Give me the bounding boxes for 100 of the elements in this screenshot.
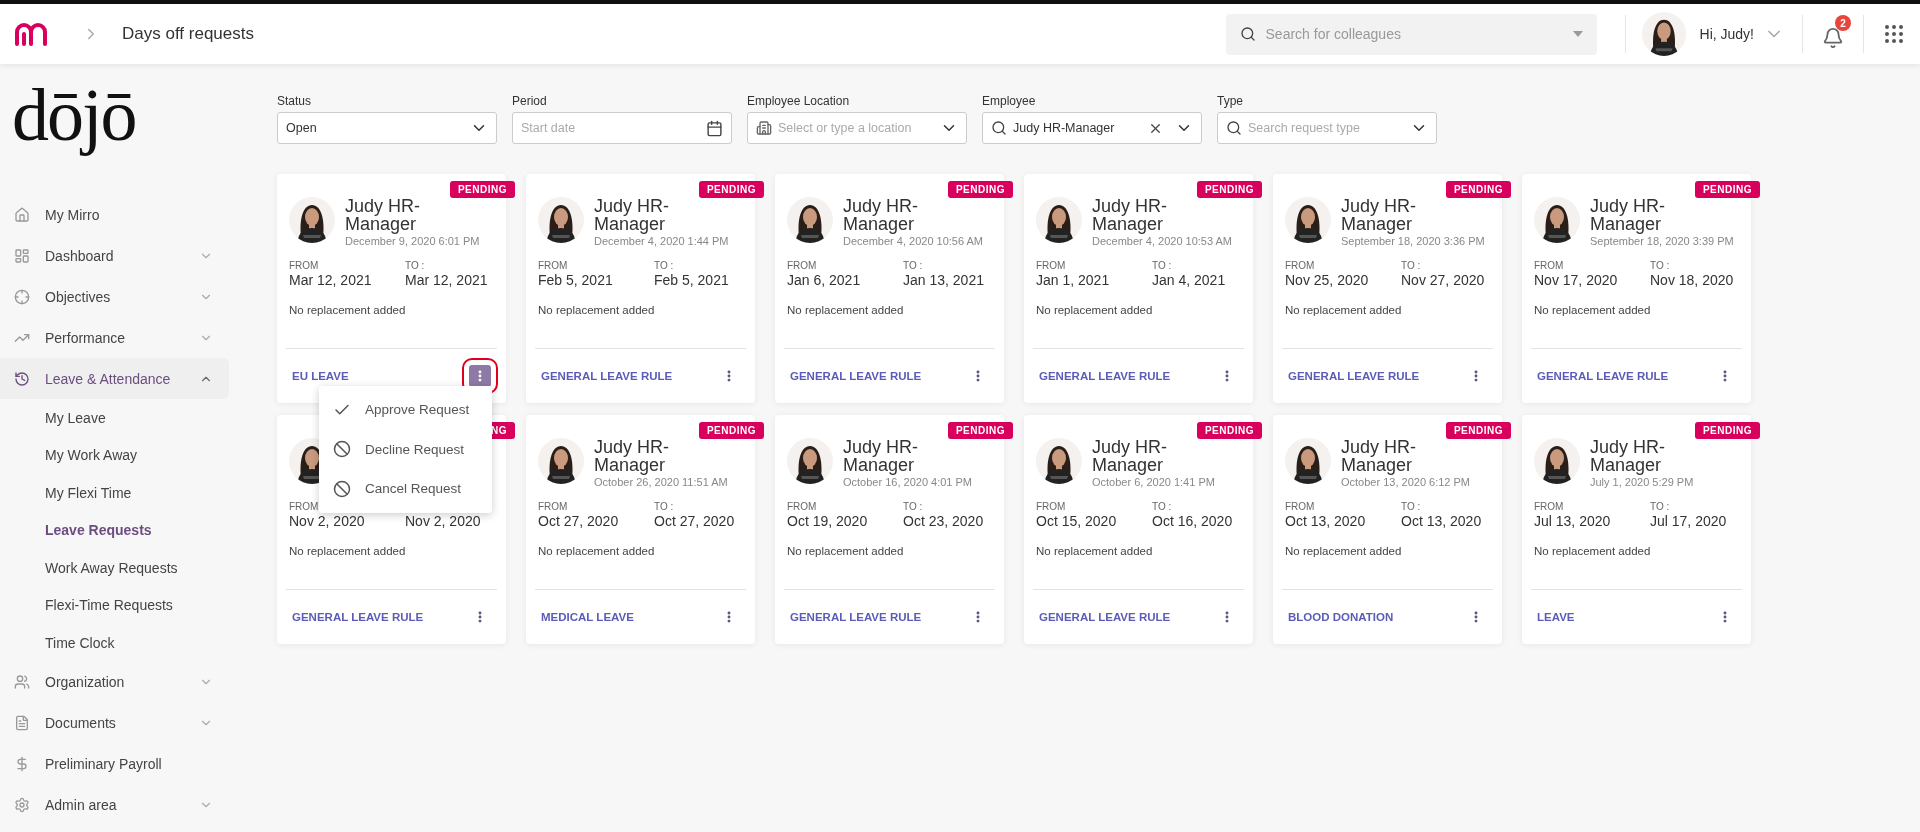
- replacement-note: No replacement added: [1533, 544, 1652, 557]
- employee-name: Judy HR-Manager: [1092, 438, 1168, 474]
- sidebar-item[interactable]: Dashboard: [0, 235, 229, 276]
- user-greeting[interactable]: Hi, Judy!: [1699, 26, 1754, 42]
- submitted-date: September 18, 2020 3:39 PM: [1590, 235, 1734, 247]
- submitted-date: December 9, 2020 6:01 PM: [345, 235, 480, 247]
- menu-item[interactable]: Cancel Request: [319, 469, 492, 509]
- dojo-logo: dōjō: [11, 73, 137, 158]
- replacement-note: No replacement added: [1035, 544, 1154, 557]
- sidebar-subitem[interactable]: Flexi-Time Requests: [0, 586, 230, 624]
- employee-name: Judy HR-Manager: [1590, 197, 1666, 233]
- status-badge: PENDING: [449, 181, 515, 198]
- dashboard-icon: [14, 247, 30, 264]
- submitted-date: December 4, 2020 10:56 AM: [843, 235, 984, 247]
- to-label: TO :: [903, 501, 924, 513]
- target-icon: [14, 288, 30, 305]
- employee-name: Judy HR-Manager: [1341, 197, 1417, 233]
- from-date: Oct 13, 2020: [1285, 513, 1367, 529]
- submitted-date: October 13, 2020 6:12 PM: [1341, 476, 1471, 488]
- ban-icon: [333, 479, 351, 498]
- from-date: Nov 17, 2020: [1534, 272, 1619, 288]
- submitted-date: December 4, 2020 1:44 PM: [594, 235, 729, 247]
- sidebar-subitem[interactable]: Leave Requests: [0, 511, 230, 549]
- status-badge: PENDING: [698, 422, 764, 439]
- to-label: TO :: [1152, 260, 1173, 272]
- sidebar-item[interactable]: Admin area: [0, 784, 229, 826]
- apps-grid-icon[interactable]: [1882, 22, 1906, 46]
- employee-name: Judy HR-Manager: [594, 438, 670, 474]
- status-badge: PENDING: [1196, 422, 1262, 439]
- ban-icon: [333, 440, 351, 459]
- sidebar-item[interactable]: Preliminary Payroll: [0, 743, 229, 785]
- leave-type-link[interactable]: GENERAL LEAVE RULE: [1288, 370, 1420, 382]
- to-date: Oct 16, 2020: [1152, 513, 1234, 529]
- filter-field[interactable]: Open: [277, 112, 497, 144]
- status-badge: PENDING: [947, 181, 1013, 198]
- from-label: FROM: [787, 260, 818, 272]
- history-icon: [14, 370, 30, 387]
- home-icon: [14, 206, 30, 223]
- sidebar-subitem[interactable]: My Leave: [0, 399, 230, 437]
- filter-field[interactable]: Judy HR-Manager: [982, 112, 1202, 144]
- leave-type-link[interactable]: GENERAL LEAVE RULE: [541, 370, 673, 382]
- from-label: FROM: [1285, 501, 1316, 513]
- leave-type-link[interactable]: MEDICAL LEAVE: [541, 611, 634, 623]
- from-date: Mar 12, 2021: [289, 272, 373, 288]
- replacement-note: No replacement added: [537, 303, 656, 316]
- document-icon: [14, 715, 30, 731]
- submitted-date: October 16, 2020 4:01 PM: [843, 476, 973, 488]
- status-badge: PENDING: [1196, 181, 1262, 198]
- notification-count: 2: [1835, 15, 1851, 31]
- status-badge: PENDING: [947, 422, 1013, 439]
- from-date: Oct 27, 2020: [538, 513, 620, 529]
- submitted-date: October 26, 2020 11:51 AM: [594, 476, 728, 488]
- employee-name: Judy HR-Manager: [345, 197, 421, 233]
- leave-type-link[interactable]: GENERAL LEAVE RULE: [1039, 611, 1171, 623]
- replacement-note: No replacement added: [1035, 303, 1154, 316]
- sidebar-item[interactable]: Documents: [0, 702, 229, 744]
- sidebar-subitem[interactable]: My Flexi Time: [0, 474, 230, 512]
- leave-type-link[interactable]: GENERAL LEAVE RULE: [292, 611, 424, 623]
- filter-label: Status: [277, 94, 313, 108]
- filter-label: Employee: [982, 94, 1037, 108]
- sidebar-subitem[interactable]: Work Away Requests: [0, 549, 230, 587]
- sidebar-subitem[interactable]: Time Clock: [0, 624, 230, 662]
- from-date: Jan 1, 2021: [1036, 272, 1111, 288]
- submitted-date: December 4, 2020 10:53 AM: [1092, 235, 1233, 247]
- sidebar-item[interactable]: Leave & Attendance: [0, 358, 229, 399]
- to-label: TO :: [1401, 260, 1422, 272]
- from-label: FROM: [1534, 260, 1565, 272]
- to-date: Feb 5, 2021: [654, 272, 730, 288]
- leave-type-link[interactable]: GENERAL LEAVE RULE: [1537, 370, 1669, 382]
- submitted-date: October 6, 2020 1:41 PM: [1092, 476, 1215, 488]
- notification-button[interactable]: 2: [1815, 15, 1851, 53]
- caret-icon: [1572, 31, 1583, 37]
- leave-type-link[interactable]: LEAVE: [1537, 611, 1575, 623]
- sidebar-item[interactable]: Organization: [0, 661, 229, 703]
- filter-label: Type: [1217, 94, 1244, 108]
- employee-name: Judy HR-Manager: [1341, 438, 1417, 474]
- status-badge: PENDING: [1445, 422, 1511, 439]
- to-date: Mar 12, 2021: [405, 272, 489, 288]
- sidebar-subitem[interactable]: My Work Away: [0, 436, 230, 474]
- calendar-icon[interactable]: [706, 119, 723, 137]
- people-icon: [14, 674, 30, 690]
- from-label: FROM: [289, 260, 320, 272]
- submitted-date: July 1, 2020 5:29 PM: [1590, 476, 1694, 488]
- page-title: Days off requests: [122, 24, 254, 44]
- leave-type-link[interactable]: GENERAL LEAVE RULE: [790, 370, 922, 382]
- sidebar-item[interactable]: My Mirro: [0, 194, 229, 235]
- leave-type-link[interactable]: EU LEAVE: [292, 370, 349, 382]
- sidebar-item[interactable]: Performance: [0, 317, 229, 358]
- from-label: FROM: [538, 501, 569, 513]
- to-date: Nov 27, 2020: [1401, 272, 1486, 288]
- leave-type-link[interactable]: BLOOD DONATION: [1288, 611, 1394, 623]
- replacement-note: No replacement added: [786, 303, 905, 316]
- leave-type-link[interactable]: GENERAL LEAVE RULE: [790, 611, 922, 623]
- to-label: TO :: [903, 260, 924, 272]
- leave-type-link[interactable]: GENERAL LEAVE RULE: [1039, 370, 1171, 382]
- to-date: Oct 23, 2020: [903, 513, 985, 529]
- to-label: TO :: [1152, 501, 1173, 513]
- sidebar-item[interactable]: Objectives: [0, 276, 229, 317]
- from-date: Nov 25, 2020: [1285, 272, 1370, 288]
- from-label: FROM: [787, 501, 818, 513]
